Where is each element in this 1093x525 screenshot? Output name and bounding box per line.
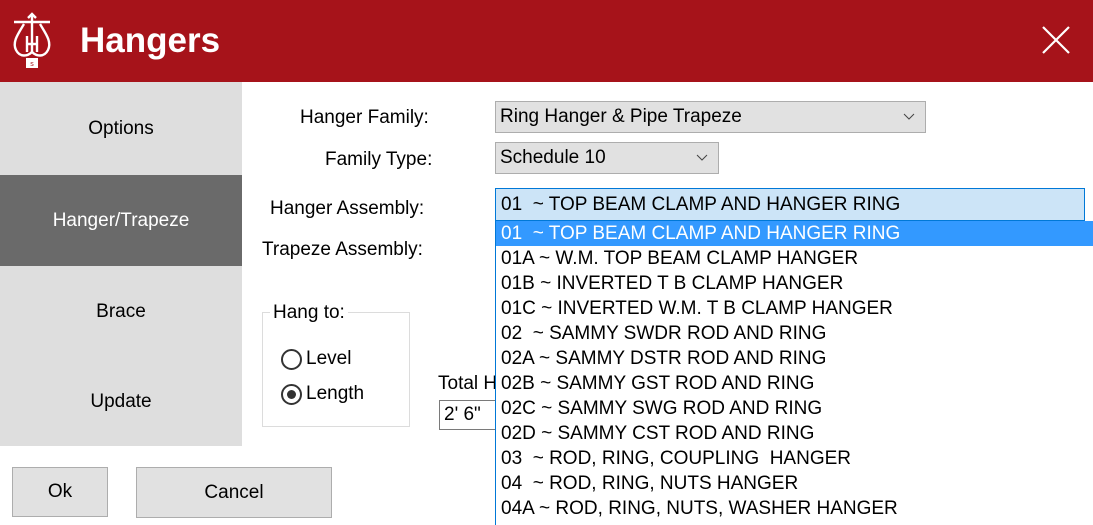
hanger-family-value: Ring Hanger & Pipe Trapeze (500, 106, 742, 127)
dropdown-option[interactable]: 01C ~ INVERTED W.M. T B CLAMP HANGER (496, 296, 1093, 321)
dropdown-option[interactable]: 01 ~ TOP BEAM CLAMP AND HANGER RING (496, 221, 1093, 246)
family-type-value: Schedule 10 (500, 147, 606, 168)
sidebar-item-label: Update (90, 390, 152, 412)
hang-to-title: Hang to: (270, 302, 348, 324)
dropdown-option[interactable]: 04 ~ ROD, RING, NUTS HANGER (496, 471, 1093, 496)
radio-label: Length (306, 383, 365, 404)
dropdown-option[interactable]: 02C ~ SAMMY SWG ROD AND RING (496, 396, 1093, 421)
dropdown-option[interactable]: 02 ~ SAMMY SWDR ROD AND RING (496, 321, 1093, 346)
chevron-down-icon (696, 154, 708, 161)
window-title: Hangers (80, 21, 221, 60)
family-type-select[interactable]: Schedule 10 (495, 142, 719, 174)
family-type-label: Family Type: (325, 149, 433, 170)
hanger-logo-icon: s (13, 12, 51, 68)
svg-text:s: s (30, 61, 34, 68)
radio-length[interactable]: Length (281, 383, 364, 405)
dropdown-option[interactable]: 02B ~ SAMMY GST ROD AND RING (496, 371, 1093, 396)
sidebar-item-label: Brace (96, 300, 146, 322)
total-height-label: Total H (438, 373, 498, 394)
ok-button[interactable]: Ok (12, 467, 108, 517)
sidebar-item-options[interactable]: Options (0, 82, 242, 175)
dropdown-option[interactable]: 01B ~ INVERTED T B CLAMP HANGER (496, 271, 1093, 296)
hanger-family-label: Hanger Family: (300, 107, 429, 128)
close-icon[interactable] (1036, 20, 1076, 60)
trapeze-assembly-label: Trapeze Assembly: (262, 239, 423, 260)
radio-level[interactable]: Level (281, 348, 351, 370)
dropdown-option[interactable]: 03 ~ ROD, RING, COUPLING HANGER (496, 446, 1093, 471)
dropdown-option[interactable]: 02D ~ SAMMY CST ROD AND RING (496, 421, 1093, 446)
sidebar-item-hanger-trapeze[interactable]: Hanger/Trapeze (0, 175, 242, 266)
hanger-assembly-select[interactable]: 01 ~ TOP BEAM CLAMP AND HANGER RING (495, 188, 1085, 221)
radio-label: Level (306, 348, 352, 369)
sidebar-item-brace[interactable]: Brace (0, 266, 242, 357)
chevron-down-icon (903, 113, 915, 120)
title-bar: s Hangers (0, 0, 1093, 82)
dropdown-option[interactable]: 04A ~ ROD, RING, NUTS, WASHER HANGER (496, 496, 1093, 521)
radio-unchecked-icon (281, 348, 302, 370)
sidebar-item-update[interactable]: Update (0, 357, 242, 446)
cancel-button[interactable]: Cancel (136, 467, 332, 518)
dropdown-option[interactable]: 01A ~ W.M. TOP BEAM CLAMP HANGER (496, 246, 1093, 271)
radio-checked-icon (281, 383, 302, 405)
hanger-assembly-dropdown-list[interactable]: 01 ~ TOP BEAM CLAMP AND HANGER RING 01A … (495, 221, 1093, 525)
hanger-assembly-value: 01 ~ TOP BEAM CLAMP AND HANGER RING (501, 194, 901, 215)
dropdown-option[interactable]: 02A ~ SAMMY DSTR ROD AND RING (496, 346, 1093, 371)
sidebar: Options Hanger/Trapeze Brace Update (0, 82, 242, 446)
sidebar-item-label: Options (88, 117, 154, 139)
hanger-assembly-label: Hanger Assembly: (270, 198, 425, 219)
hanger-family-select[interactable]: Ring Hanger & Pipe Trapeze (495, 101, 926, 133)
sidebar-item-label: Hanger/Trapeze (52, 209, 190, 231)
